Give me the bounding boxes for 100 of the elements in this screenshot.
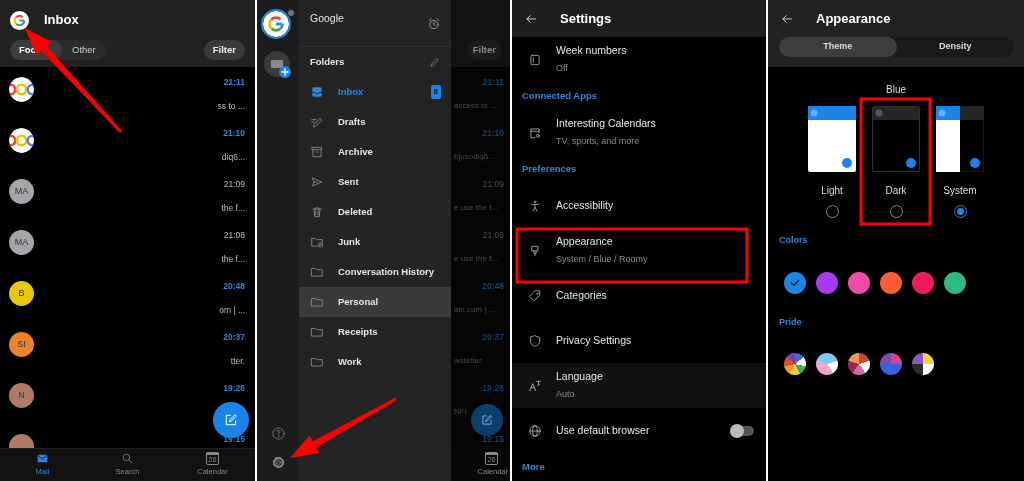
color-swatch[interactable] [816,271,838,294]
folder-item[interactable]: Conversation History [299,257,451,287]
search-icon [121,452,134,466]
theme-preview [936,106,984,172]
settings-item[interactable]: Interesting Calendars TV, sports, and more [512,110,766,155]
color-name: Blue [885,83,907,97]
message-time: 20:37 [482,331,504,344]
tag-icon [528,288,542,303]
settings-item[interactable]: Privacy Settings [512,318,766,363]
section-heading: Colors [779,235,808,245]
folder-item[interactable]: Drafts [299,107,451,137]
folder-item[interactable]: Archive [299,137,451,167]
folder-icon [310,325,324,339]
color-swatch[interactable] [944,271,966,294]
folder-item[interactable]: Sent [299,167,451,197]
sender-avatar: MA [9,179,34,204]
folder-item[interactable]: Personal [299,287,451,317]
settings-item[interactable]: Language Auto [512,363,766,408]
message-preview: the f... [221,201,245,215]
message-time: 20:48 [482,280,504,293]
message-time: 21:09 [223,178,245,191]
folder-icon [310,355,324,369]
logo-avatar [9,77,34,102]
setting-value: System / Blue / Roomy [556,253,648,267]
folder-item[interactable]: Deleted [299,197,451,227]
status-dot [287,9,295,17]
filter-button[interactable]: Filter [203,40,245,60]
settings-item[interactable]: Use default browser [512,408,766,453]
settings-item[interactable]: Appearance System / Blue / Roomy [512,228,766,273]
pride-swatch[interactable] [880,353,902,375]
shield-icon [528,333,542,348]
folder-icon [310,265,324,279]
theme-preview [808,106,856,172]
inbox-filter-tab[interactable]: Other [62,40,106,60]
archive-icon [310,145,324,159]
help-icon[interactable] [270,426,286,441]
message-preview: wsletter. [454,354,485,367]
pride-swatch[interactable] [912,353,934,375]
message-time: 21:08 [223,229,245,242]
section-heading: Pride [779,316,802,327]
message-time: 21:11 [482,76,504,89]
message-time: 20:48 [223,280,245,293]
pride-swatch[interactable] [784,353,806,375]
message-preview: tter. [230,354,245,368]
setting-label: Interesting Calendars [556,116,656,132]
color-swatch[interactable] [784,271,806,294]
setting-label: Use default browser [556,422,650,438]
pride-swatch[interactable] [816,353,838,375]
message-time: 19:15 [482,433,504,446]
count-badge: 8 [430,85,441,99]
settings-item[interactable]: Accessibility [512,183,766,228]
folder-item[interactable]: Work [299,347,451,377]
folder-item[interactable]: Junk [299,227,451,257]
settings-item[interactable]: Categories [512,273,766,318]
folder-icon [310,295,324,309]
message-time: 21:09 [482,178,504,191]
compose-icon [223,412,239,428]
folder-item[interactable]: Inbox 8 [299,77,451,107]
settings-icon[interactable] [270,455,286,470]
segment-tab[interactable]: Theme [779,37,897,57]
pride-swatch[interactable] [848,353,870,375]
settings-item[interactable]: Week numbers Off [512,37,766,82]
screen-title: Inbox [44,11,79,30]
account-avatar [10,10,29,30]
logo-avatar [9,128,34,153]
message-time: 20:37 [223,331,245,344]
alarm-icon[interactable] [427,17,441,31]
trash-icon [310,205,324,219]
account-name: Google [310,11,344,26]
compose-button[interactable] [213,402,249,438]
section-heading: More [522,459,545,474]
color-swatch[interactable] [912,271,934,294]
message-time: 21:11 [223,76,245,89]
section-heading: Connected Apps [522,88,598,103]
section-heading: Folders [310,54,345,69]
screen-title: Settings [560,9,612,28]
send-icon [310,175,324,189]
segment-tab[interactable]: Density [896,37,1014,57]
color-swatch[interactable] [848,271,870,294]
theme-label: System [943,184,977,198]
setting-label: Week numbers [556,43,627,59]
sender-avatar: N [9,383,34,408]
section-heading: Preferences [522,161,577,176]
filter-button[interactable]: Filter [466,40,502,60]
brush-icon [528,243,542,258]
setting-value: TV, sports, and more [556,135,641,149]
message-time: 19:26 [223,382,245,395]
setting-value: Auto [556,388,576,402]
color-swatch[interactable] [880,271,902,294]
message-preview: ss to ... [217,99,245,113]
message-preview: NFI [454,405,468,418]
globe-icon [528,423,542,438]
sender-avatar: SI [9,332,34,357]
message-time: 19:26 [482,382,504,395]
sender-avatar: B [9,281,34,306]
pencil-icon [310,115,324,129]
folder-item[interactable]: Receipts [299,317,451,347]
add-account-icon[interactable] [264,51,292,79]
compose-icon [480,413,494,427]
setting-label: Appearance [556,234,614,250]
